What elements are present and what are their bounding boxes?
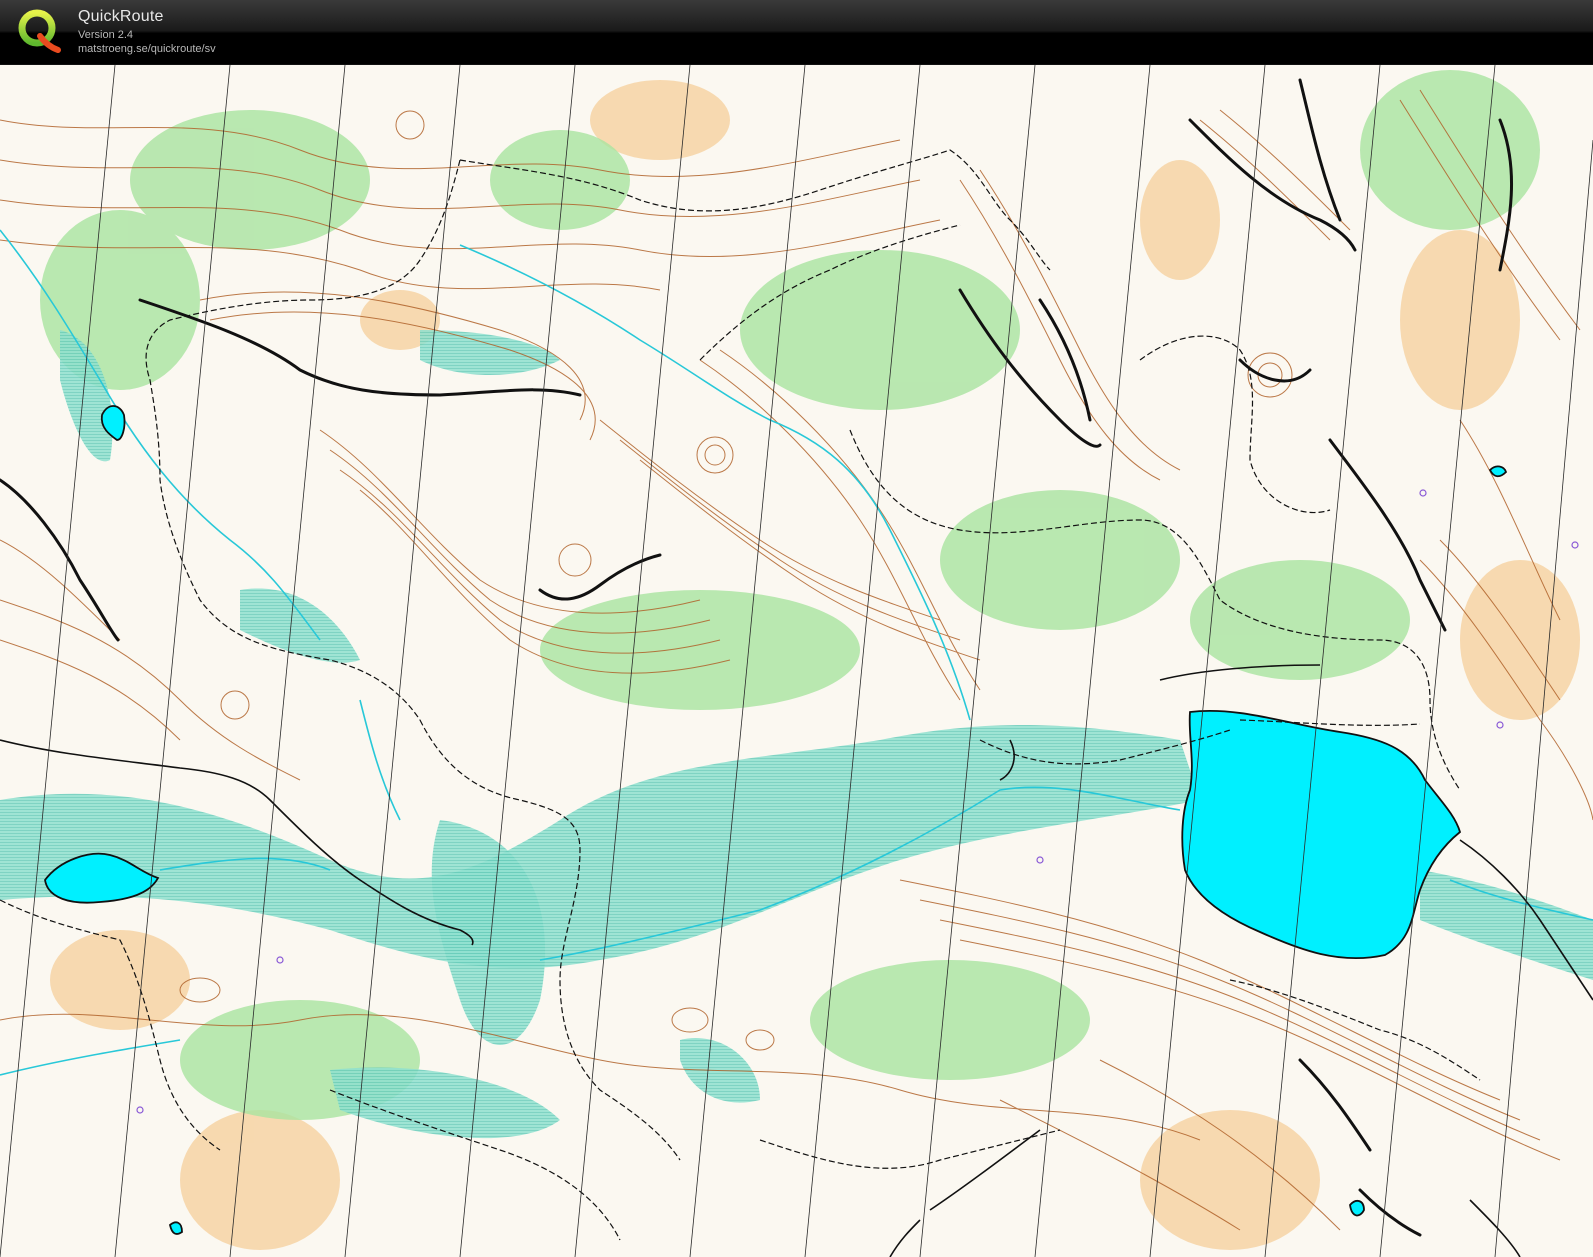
orienteering-map[interactable]: [0, 65, 1593, 1257]
app-header: QuickRoute Version 2.4 matstroeng.se/qui…: [0, 0, 1593, 65]
map-canvas: [0, 65, 1593, 1257]
quickroute-logo-icon: [18, 9, 61, 53]
app-version: Version 2.4: [78, 29, 134, 41]
app-title: QuickRoute: [78, 8, 164, 25]
app-url: matstroeng.se/quickroute/sv: [78, 43, 216, 55]
